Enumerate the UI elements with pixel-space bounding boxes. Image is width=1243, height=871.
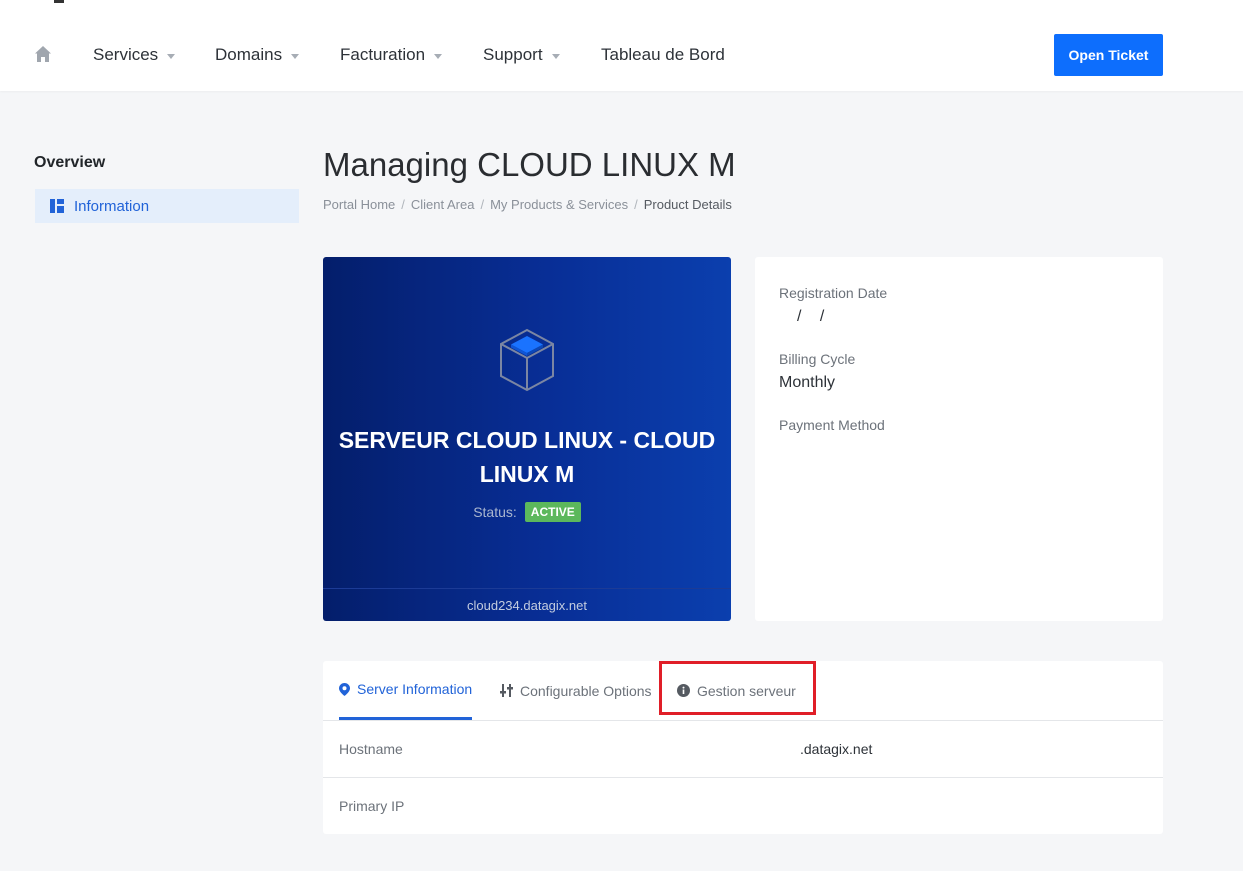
location-pin-icon <box>339 682 350 696</box>
chevron-down-icon <box>551 53 560 59</box>
breadcrumb-client-area[interactable]: Client Area <box>411 197 475 212</box>
sidebar-item-information[interactable]: Information <box>35 189 299 223</box>
logo-fragment <box>54 0 64 3</box>
status-badge: ACTIVE <box>524 502 581 522</box>
tab-configurable-options[interactable]: Configurable Options <box>500 661 652 720</box>
breadcrumb-portal-home[interactable]: Portal Home <box>323 197 395 212</box>
chevron-down-icon <box>434 53 443 59</box>
tab-label: Server Information <box>357 681 473 697</box>
chevron-down-icon <box>167 53 176 59</box>
billing-cycle-label: Billing Cycle <box>779 351 856 367</box>
highlight-box <box>659 661 816 715</box>
registration-date-label: Registration Date <box>779 285 888 301</box>
registration-date-value: / / <box>797 308 825 325</box>
nav-support[interactable]: Support <box>483 44 560 66</box>
nav-tableau-de-bord[interactable]: Tableau de Bord <box>601 44 725 66</box>
row-divider <box>323 777 1163 778</box>
sidebar-item-label: Information <box>74 197 150 215</box>
top-navbar: Services Domains Facturation Support Tab… <box>0 0 1243 91</box>
tab-label: Configurable Options <box>520 682 652 699</box>
breadcrumb-separator: / <box>480 197 485 212</box>
nav-facturation[interactable]: Facturation <box>340 44 443 66</box>
tab-server-information[interactable]: Server Information <box>339 661 473 720</box>
nav-tableau-de-bord-label: Tableau de Bord <box>601 45 725 64</box>
status-row: Status: ACTIVE <box>323 502 731 522</box>
breadcrumb-product-details: Product Details <box>643 197 732 212</box>
server-tabs-panel: Server Information Configurable Options … <box>323 661 1163 834</box>
nav-facturation-label: Facturation <box>340 45 426 64</box>
chevron-down-icon <box>291 53 300 59</box>
hostname-value: .datagix.net <box>800 741 873 757</box>
nav-support-label: Support <box>483 45 543 64</box>
breadcrumb-my-products[interactable]: My Products & Services <box>490 197 628 212</box>
product-details-panel: Registration Date / / Billing Cycle Mont… <box>755 257 1163 621</box>
home-icon[interactable] <box>34 45 52 63</box>
breadcrumb: Portal Home / Client Area / My Products … <box>323 197 732 212</box>
row-divider <box>323 720 1163 721</box>
hostname-label: Hostname <box>339 741 403 757</box>
product-domain: cloud234.datagix.net <box>323 588 731 621</box>
product-name: SERVEUR CLOUD LINUX - CLOUD LINUX M <box>338 427 716 487</box>
breadcrumb-separator: / <box>634 197 638 212</box>
nav-services[interactable]: Services <box>93 44 176 66</box>
sliders-icon <box>500 684 513 697</box>
billing-cycle-value: Monthly <box>779 374 836 391</box>
sidebar-title: Overview <box>34 154 106 171</box>
status-label: Status: <box>473 504 517 520</box>
product-card: SERVEUR CLOUD LINUX - CLOUD LINUX M Stat… <box>323 257 731 621</box>
cube-icon <box>500 328 554 392</box>
primary-ip-label: Primary IP <box>339 798 405 814</box>
open-ticket-button[interactable]: Open Ticket <box>1054 34 1163 76</box>
nav-domains[interactable]: Domains <box>215 44 300 66</box>
nav-services-label: Services <box>93 45 159 64</box>
page-title: Managing CLOUD LINUX M <box>323 146 736 183</box>
payment-method-label: Payment Method <box>779 417 885 433</box>
nav-domains-label: Domains <box>215 45 283 64</box>
dashboard-icon <box>50 199 64 213</box>
breadcrumb-separator: / <box>401 197 405 212</box>
